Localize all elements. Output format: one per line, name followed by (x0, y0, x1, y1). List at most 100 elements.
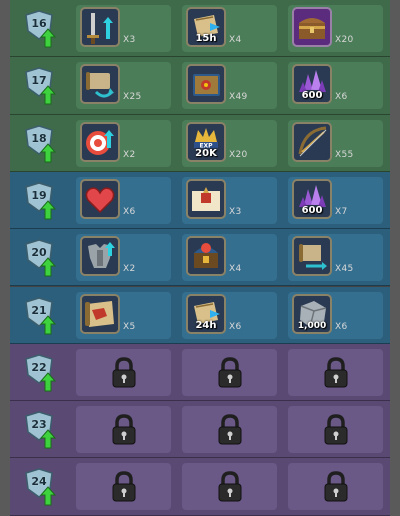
item-quantity: X6 (335, 92, 348, 103)
reward-item[interactable] (80, 178, 120, 219)
item-quantity: X6 (229, 321, 242, 332)
vip-level-row: 23 (10, 401, 390, 459)
locked-reward-slot[interactable] (76, 463, 171, 511)
item-quantity: X3 (229, 206, 242, 217)
locked-reward-slot[interactable] (182, 348, 277, 396)
reward-item[interactable] (292, 121, 332, 162)
vip-level-number: 19 (31, 188, 47, 202)
item-quantity: X6 (123, 206, 136, 217)
vip-level-row: 24 (10, 458, 390, 516)
armor-upgrade-icon (88, 242, 115, 269)
reward-item[interactable] (186, 178, 226, 219)
item-quantity: X2 (123, 149, 136, 160)
reward-item[interactable]: 24h (186, 293, 226, 334)
lock-icon (218, 471, 242, 502)
item-quantity: X55 (335, 149, 354, 160)
vip-level-badge: 17 (22, 66, 62, 106)
lock-icon (324, 471, 348, 502)
reward-item[interactable] (186, 236, 226, 277)
item-quantity: X4 (229, 264, 242, 275)
reward-item[interactable]: 600 (292, 64, 332, 105)
map-scroll-icon (85, 300, 114, 327)
item-quantity: X20 (335, 35, 354, 45)
reward-slot[interactable]: X6 (76, 176, 171, 224)
item-quantity: X25 (123, 92, 142, 103)
locked-reward-slot[interactable] (182, 463, 277, 511)
vip-level-badge: 21 (22, 296, 62, 336)
reward-item[interactable] (292, 236, 332, 277)
reward-slot[interactable]: 15h X4 (182, 5, 277, 52)
vip-level-row: 19 X6 X3 600 X7 (10, 171, 390, 230)
reward-slot[interactable]: X5 (76, 291, 171, 339)
vip-level-number: 21 (31, 303, 47, 317)
reward-item[interactable] (80, 293, 120, 334)
reward-item[interactable]: EXP 20K (186, 121, 226, 162)
vip-level-badge: 23 (22, 410, 62, 450)
reward-item[interactable]: 600 (292, 178, 332, 219)
reward-item[interactable] (80, 236, 120, 277)
item-quantity: X45 (335, 264, 354, 275)
sword-upgrade-icon (87, 13, 113, 44)
lock-icon (112, 357, 136, 388)
reward-slot[interactable]: X49 (182, 62, 277, 110)
item-quantity: X5 (123, 321, 136, 332)
relocator-scroll-icon (86, 72, 114, 98)
reward-slot[interactable]: X20 (288, 5, 383, 52)
reward-slot[interactable]: X3 (182, 176, 277, 224)
vip-level-number: 17 (31, 74, 47, 88)
holy-book-icon (192, 186, 220, 211)
vip-level-row: 17 X25 X49 600 X6 (10, 57, 390, 115)
vip-level-row: 21 X5 24h X6 1,000 X6 (10, 286, 390, 344)
reward-slot[interactable]: X3 (76, 5, 171, 52)
vip-level-row: 16 X3 15h X4 X20 (10, 0, 390, 58)
vip-level-row: 22 (10, 343, 390, 402)
item-quantity: X49 (229, 92, 248, 103)
vip-level-number: 16 (31, 17, 47, 30)
reward-slot[interactable]: X2 (76, 234, 171, 282)
vip-level-number: 23 (31, 418, 47, 432)
spell-tome-icon (193, 74, 220, 97)
reward-slot[interactable]: 600 X7 (288, 176, 383, 224)
locked-reward-slot[interactable] (76, 406, 171, 454)
lock-icon (112, 414, 136, 445)
item-quantity: X4 (229, 35, 242, 45)
vip-rewards-board: 16 X3 15h X4 X20 17 X25 X49 600 X6 18 X2 EXP 20K X20 X5… (10, 0, 390, 516)
vip-level-badge: 24 (22, 467, 62, 507)
vip-level-badge: 20 (22, 238, 62, 278)
reward-slot[interactable]: 600 X6 (288, 62, 383, 110)
heart-icon (85, 187, 115, 213)
reward-slot[interactable]: X2 (76, 119, 171, 167)
reward-item[interactable] (80, 121, 120, 162)
reward-item[interactable] (80, 64, 120, 105)
locked-reward-slot[interactable] (182, 406, 277, 454)
item-amount-label: 24h (195, 319, 217, 331)
vip-level-badge: 22 (22, 353, 62, 393)
locked-reward-slot[interactable] (288, 348, 383, 396)
item-amount-label: 600 (301, 204, 323, 216)
reward-item[interactable] (292, 7, 332, 47)
reward-item[interactable] (80, 7, 120, 47)
reward-slot[interactable]: 1,000 X6 (288, 291, 383, 339)
reward-slot[interactable]: X55 (288, 119, 383, 167)
reward-slot[interactable]: X45 (288, 234, 383, 282)
lock-icon (324, 357, 348, 388)
reward-slot[interactable]: X25 (76, 62, 171, 110)
reward-slot[interactable]: X4 (182, 234, 277, 282)
reward-item[interactable]: 15h (186, 7, 226, 47)
treasure-chest-icon (299, 18, 325, 39)
locked-reward-slot[interactable] (76, 348, 171, 396)
lock-icon (112, 471, 136, 502)
reward-slot[interactable]: EXP 20K X20 (182, 119, 277, 167)
item-quantity: X20 (229, 149, 248, 160)
item-quantity: X3 (123, 35, 136, 45)
locked-reward-slot[interactable] (288, 406, 383, 454)
reward-slot[interactable]: 24h X6 (182, 291, 277, 339)
reward-item[interactable] (186, 64, 226, 105)
vip-level-badge: 18 (22, 124, 62, 164)
locked-reward-slot[interactable] (288, 463, 383, 511)
reward-item[interactable]: 1,000 (292, 293, 332, 334)
item-amount-label: 1,000 (297, 320, 327, 331)
lock-icon (218, 357, 242, 388)
item-quantity: X6 (335, 321, 348, 332)
mystery-chest-icon (194, 243, 218, 269)
